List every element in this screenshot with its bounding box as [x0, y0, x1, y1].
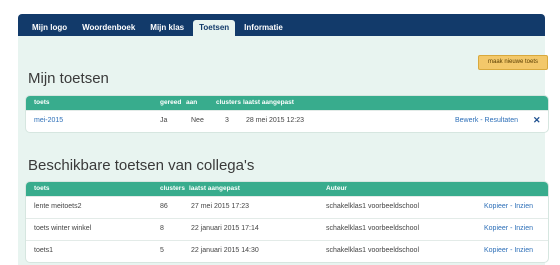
table-row: toets1 5 22 januari 2015 14:30 schakelkl…: [26, 240, 548, 262]
edit-results-link[interactable]: Bewerk - Resultaten: [455, 117, 518, 124]
my-tests-table: toets gereed aan clusters laatst aangepa…: [26, 96, 548, 132]
header-clusters: clusters: [216, 99, 241, 106]
nav-tabs: Mijn logo Woordenboek Mijn klas Toetsen …: [26, 20, 289, 36]
tab-woordenboek[interactable]: Woordenboek: [76, 20, 142, 36]
aan-value: Nee: [191, 117, 204, 124]
test-name: toets winter winkel: [34, 225, 92, 232]
test-name-link[interactable]: mei-2015: [34, 117, 63, 124]
copy-view-link[interactable]: Kopieer - Inzien: [484, 203, 533, 210]
tab-toetsen[interactable]: Toetsen: [193, 20, 236, 36]
table-row: toets winter winkel 8 22 januari 2015 17…: [26, 218, 548, 240]
my-tests-title: Mijn toetsen: [28, 70, 109, 87]
tab-mijn-klas[interactable]: Mijn klas: [144, 20, 191, 36]
header-toets: toets: [34, 185, 50, 192]
table-header: toets gereed aan clusters laatst aangepa…: [26, 96, 548, 110]
close-icon[interactable]: ✕: [533, 115, 541, 126]
laatst-value: 22 januari 2015 14:30: [191, 247, 259, 254]
header-aan: aan: [186, 99, 198, 106]
header-gereed: gereed: [160, 99, 182, 106]
copy-view-link[interactable]: Kopieer - Inzien: [484, 247, 533, 254]
author-value: schakelklas1 voorbeeldschool: [326, 203, 419, 210]
author-value: schakelklas1 voorbeeldschool: [326, 247, 419, 254]
clusters-value: 8: [160, 225, 164, 232]
header-laatst: laatst aangepast: [189, 185, 240, 192]
test-name: lente meitoets2: [34, 203, 82, 210]
table-row: mei-2015 Ja Nee 3 28 mei 2015 12:23 Bewe…: [26, 110, 548, 132]
tab-informatie[interactable]: Informatie: [238, 20, 289, 36]
author-value: schakelklas1 voorbeeldschool: [326, 225, 419, 232]
tab-mijn-logo[interactable]: Mijn logo: [26, 20, 74, 36]
clusters-value: 5: [160, 247, 164, 254]
header-clusters: clusters: [160, 185, 185, 192]
laatst-value: 27 mei 2015 17:23: [191, 203, 249, 210]
header-auteur: Auteur: [326, 185, 347, 192]
copy-view-link[interactable]: Kopieer - Inzien: [484, 225, 533, 232]
clusters-value: 86: [160, 203, 168, 210]
colleague-tests-table: toets clusters laatst aangepast Auteur l…: [26, 182, 548, 262]
gereed-value: Ja: [160, 117, 168, 124]
colleague-tests-title: Beschikbare toetsen van collega's: [28, 157, 255, 174]
laatst-value: 22 januari 2015 17:14: [191, 225, 259, 232]
table-row: lente meitoets2 86 27 mei 2015 17:23 sch…: [26, 196, 548, 218]
header-toets: toets: [34, 99, 50, 106]
laatst-value: 28 mei 2015 12:23: [246, 117, 304, 124]
new-test-button[interactable]: maak nieuwe toets: [478, 55, 548, 70]
test-name: toets1: [34, 247, 54, 254]
clusters-value: 3: [225, 117, 229, 124]
table-header: toets clusters laatst aangepast Auteur: [26, 182, 548, 196]
header-laatst: laatst aangepast: [243, 99, 294, 106]
